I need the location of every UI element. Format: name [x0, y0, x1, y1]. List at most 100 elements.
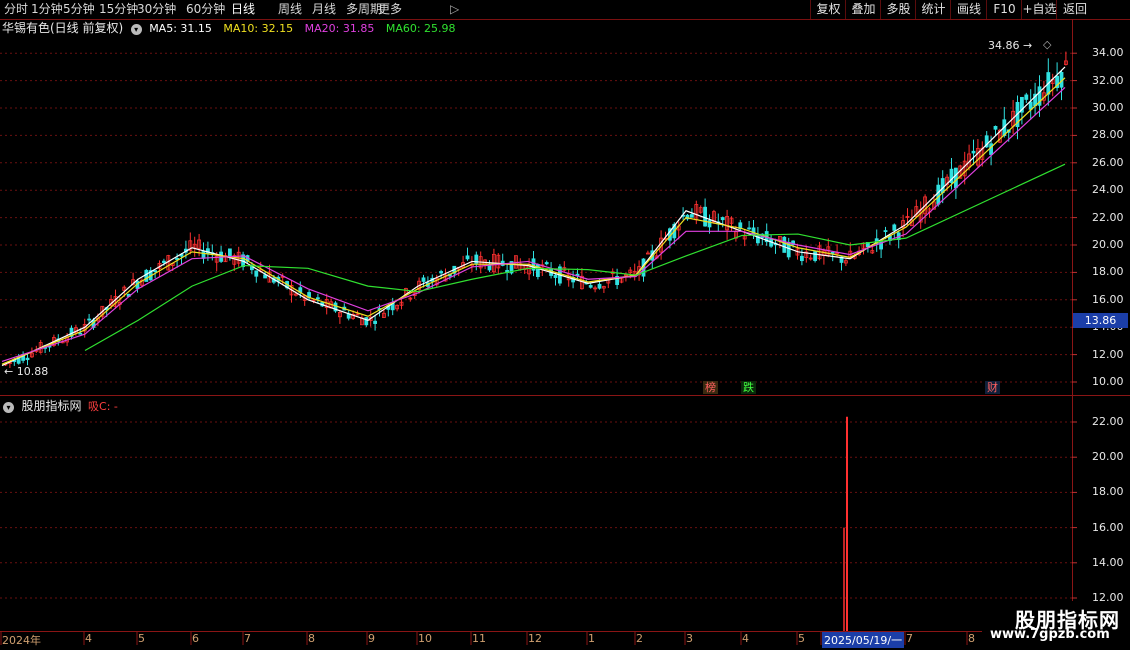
candle-body [830, 251, 835, 254]
chevron-down-icon[interactable]: ▾ [3, 402, 14, 413]
candle-body [685, 214, 690, 220]
candle-body [606, 279, 611, 284]
event-tag-bang[interactable]: 榜 [703, 381, 718, 394]
candle-body [157, 262, 162, 269]
candle-body [778, 235, 782, 241]
candle-body [346, 313, 351, 319]
candle-body [998, 129, 1002, 143]
candle-body [381, 312, 386, 318]
candle-body [707, 220, 712, 228]
tab-period-6[interactable]: 日线 [231, 1, 255, 18]
tab-period-2[interactable]: 5分钟 [63, 1, 95, 18]
candle-body [976, 148, 980, 166]
candle-body [870, 250, 875, 254]
candle-body [580, 275, 584, 290]
date-tick-label: 1 [588, 632, 595, 645]
event-tag-cai[interactable]: 财 [985, 381, 1000, 394]
ma10-label: MA10: 32.15 [223, 22, 294, 35]
tab-period-1[interactable]: 1分钟 [31, 1, 63, 18]
candle-body [100, 305, 105, 317]
candle-body [593, 287, 597, 290]
tab-period-5[interactable]: 60分钟 [186, 1, 225, 18]
candle-body [69, 327, 74, 337]
tab-period-4[interactable]: 30分钟 [137, 1, 176, 18]
date-tick-label: 4 [742, 632, 749, 645]
candle-body [602, 286, 606, 289]
chevron-down-icon[interactable]: ▾ [130, 24, 142, 35]
candle-body [205, 248, 210, 254]
candle-body [989, 143, 993, 155]
candle-body [148, 270, 153, 281]
toolbar-button-0[interactable]: 复权 [810, 0, 846, 19]
candle-body [329, 301, 334, 309]
date-tick-label: 5 [798, 632, 805, 645]
candle-body [958, 165, 963, 179]
candle-body [131, 279, 136, 285]
candle-body [751, 227, 756, 236]
toolbar-button-3[interactable]: 统计 [915, 0, 951, 19]
candle-body [434, 277, 439, 286]
candle-body [901, 220, 905, 228]
candle-body [874, 238, 879, 244]
tab-period-7[interactable]: 周线 [278, 1, 302, 18]
toolbar-button-4[interactable]: 画线 [950, 0, 987, 19]
more-arrow-icon[interactable]: ▷ [450, 1, 459, 18]
candle-body [698, 207, 703, 213]
candle-body [1059, 72, 1064, 88]
candle-body [320, 302, 325, 307]
candle-body [927, 208, 932, 213]
tab-period-8[interactable]: 月线 [312, 1, 336, 18]
candle-body [844, 260, 848, 264]
candle-body [135, 280, 140, 289]
tab-period-3[interactable]: 15分钟 [99, 1, 138, 18]
candle-body [536, 264, 540, 277]
candle-body [848, 250, 853, 259]
candle-body [690, 214, 694, 218]
candle-body [74, 327, 78, 334]
candle-body [417, 280, 422, 290]
candle-body [118, 301, 122, 305]
candle-body [390, 302, 395, 311]
candle-body [78, 332, 83, 335]
toolbar-button-2[interactable]: 多股 [880, 0, 916, 19]
candle-body [672, 223, 677, 239]
candle-body [852, 255, 857, 259]
candle-body [914, 206, 919, 217]
candle-body [359, 317, 364, 326]
toolbar-button-6[interactable]: +自选 [1021, 0, 1057, 19]
toolbar-button-7[interactable]: 返回 [1056, 0, 1093, 19]
candle-body [1015, 101, 1020, 128]
candle-body [637, 266, 641, 276]
candle-body [514, 255, 518, 269]
candle-body [52, 337, 56, 346]
price-tick-label: 18.00 [1092, 265, 1124, 279]
candle-body [962, 160, 967, 177]
tab-period-0[interactable]: 分时 [4, 1, 28, 18]
candle-body [447, 273, 452, 277]
candle-body [1006, 129, 1011, 133]
candle-body [932, 201, 936, 210]
candle-body [403, 288, 408, 296]
candle-body [822, 250, 826, 256]
candle-body [197, 239, 202, 249]
candle-body [227, 248, 232, 258]
toolbar-button-1[interactable]: 叠加 [845, 0, 881, 19]
tab-period-9[interactable]: 多周期 [346, 1, 382, 18]
candle-body [861, 242, 866, 250]
candle-body [452, 265, 457, 274]
candle-body [201, 251, 206, 259]
candle-body [1002, 119, 1007, 136]
event-tag-die[interactable]: 跌 [741, 381, 756, 394]
diamond-icon: ◇ [1043, 38, 1052, 51]
candle-body [144, 269, 149, 282]
candle-body [267, 271, 272, 283]
candle-body [21, 354, 26, 361]
toolbar-button-5[interactable]: F10 [986, 0, 1022, 19]
candle-body [663, 237, 668, 241]
tab-period-10[interactable]: 更多 [378, 1, 402, 18]
kline-chart[interactable] [0, 0, 1130, 650]
price-tick-label: 22.00 [1092, 210, 1124, 224]
candle-body [553, 274, 558, 278]
candle-body [122, 286, 127, 291]
candle-body [1042, 92, 1046, 101]
